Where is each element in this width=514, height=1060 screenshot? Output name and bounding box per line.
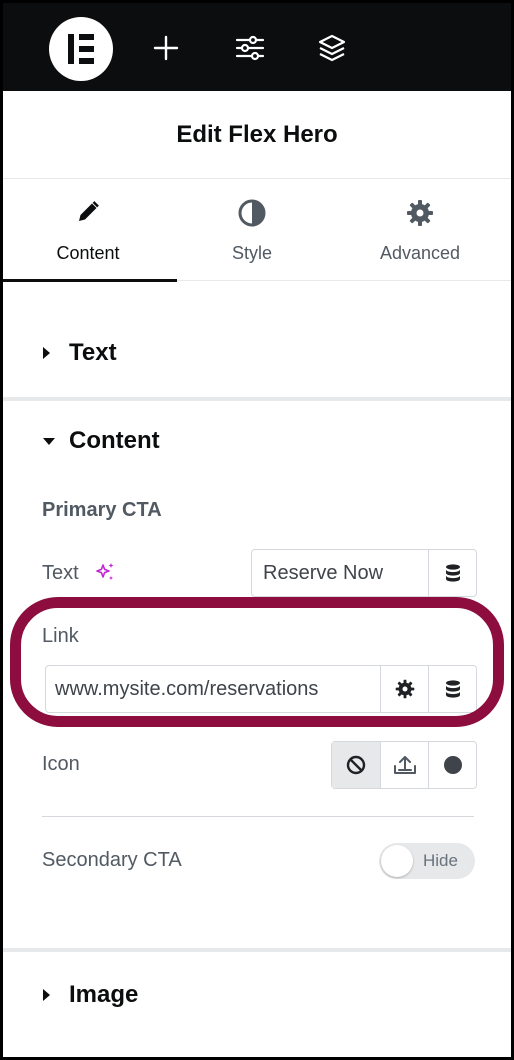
panel-title: Edit Flex Hero [3, 91, 511, 179]
site-settings-icon[interactable] [233, 31, 267, 65]
toggle-state-text: Hide [423, 851, 458, 870]
link-highlight-outline [10, 597, 504, 727]
tab-style[interactable]: Style [167, 179, 337, 281]
top-bar [3, 3, 511, 91]
section-content-title: Content [69, 427, 160, 454]
pencil-icon [79, 201, 99, 221]
icon-label: Icon [42, 753, 80, 775]
icon-default-button[interactable] [428, 742, 476, 788]
control-divider [42, 816, 474, 817]
ban-icon [346, 755, 366, 775]
gear-icon [407, 200, 433, 226]
elementor-logo-button[interactable] [49, 17, 113, 81]
secondary-cta-toggle[interactable]: Hide [379, 843, 475, 879]
tab-content[interactable]: Content [3, 179, 177, 282]
text-label: Text [42, 562, 79, 584]
icon-choose-group [331, 741, 477, 789]
text-control-label: Text [42, 562, 114, 585]
tab-content-label: Content [56, 243, 120, 263]
panel-tabs: Content Style Advanced [3, 179, 511, 282]
section-content-header[interactable]: Content [3, 416, 511, 466]
cta-text-field[interactable]: Reserve Now [251, 549, 477, 597]
half-circle-icon [238, 199, 266, 227]
filled-circle-icon [443, 756, 462, 774]
secondary-cta-label: Secondary CTA [42, 849, 182, 871]
icon-upload-button[interactable] [380, 742, 428, 788]
editor-panel: Edit Flex Hero Content Style Advanced Te… [0, 0, 514, 1060]
tab-style-label: Style [231, 243, 273, 263]
dynamic-tags-button[interactable] [428, 550, 476, 596]
section-text-title: Text [69, 339, 117, 366]
tab-advanced-label: Advanced [379, 243, 461, 263]
section-text-header[interactable]: Text [3, 328, 511, 378]
ai-sparkle-icon[interactable] [94, 562, 116, 584]
section-image-header[interactable]: Image [3, 970, 511, 1020]
section-divider [3, 948, 511, 952]
database-icon [445, 564, 460, 582]
upload-icon [393, 756, 416, 774]
tab-advanced[interactable]: Advanced [335, 179, 505, 281]
caret-right-icon [43, 347, 50, 359]
cta-text-value: Reserve Now [263, 562, 384, 584]
navigator-layers-icon[interactable] [315, 31, 349, 65]
primary-cta-heading: Primary CTA [42, 499, 162, 521]
add-element-icon[interactable] [149, 31, 183, 65]
caret-right-icon [43, 989, 50, 1001]
section-image-title: Image [69, 981, 139, 1008]
icon-none-button[interactable] [332, 742, 380, 788]
caret-down-icon [43, 438, 55, 445]
section-divider [3, 397, 511, 401]
toggle-knob [381, 845, 413, 877]
